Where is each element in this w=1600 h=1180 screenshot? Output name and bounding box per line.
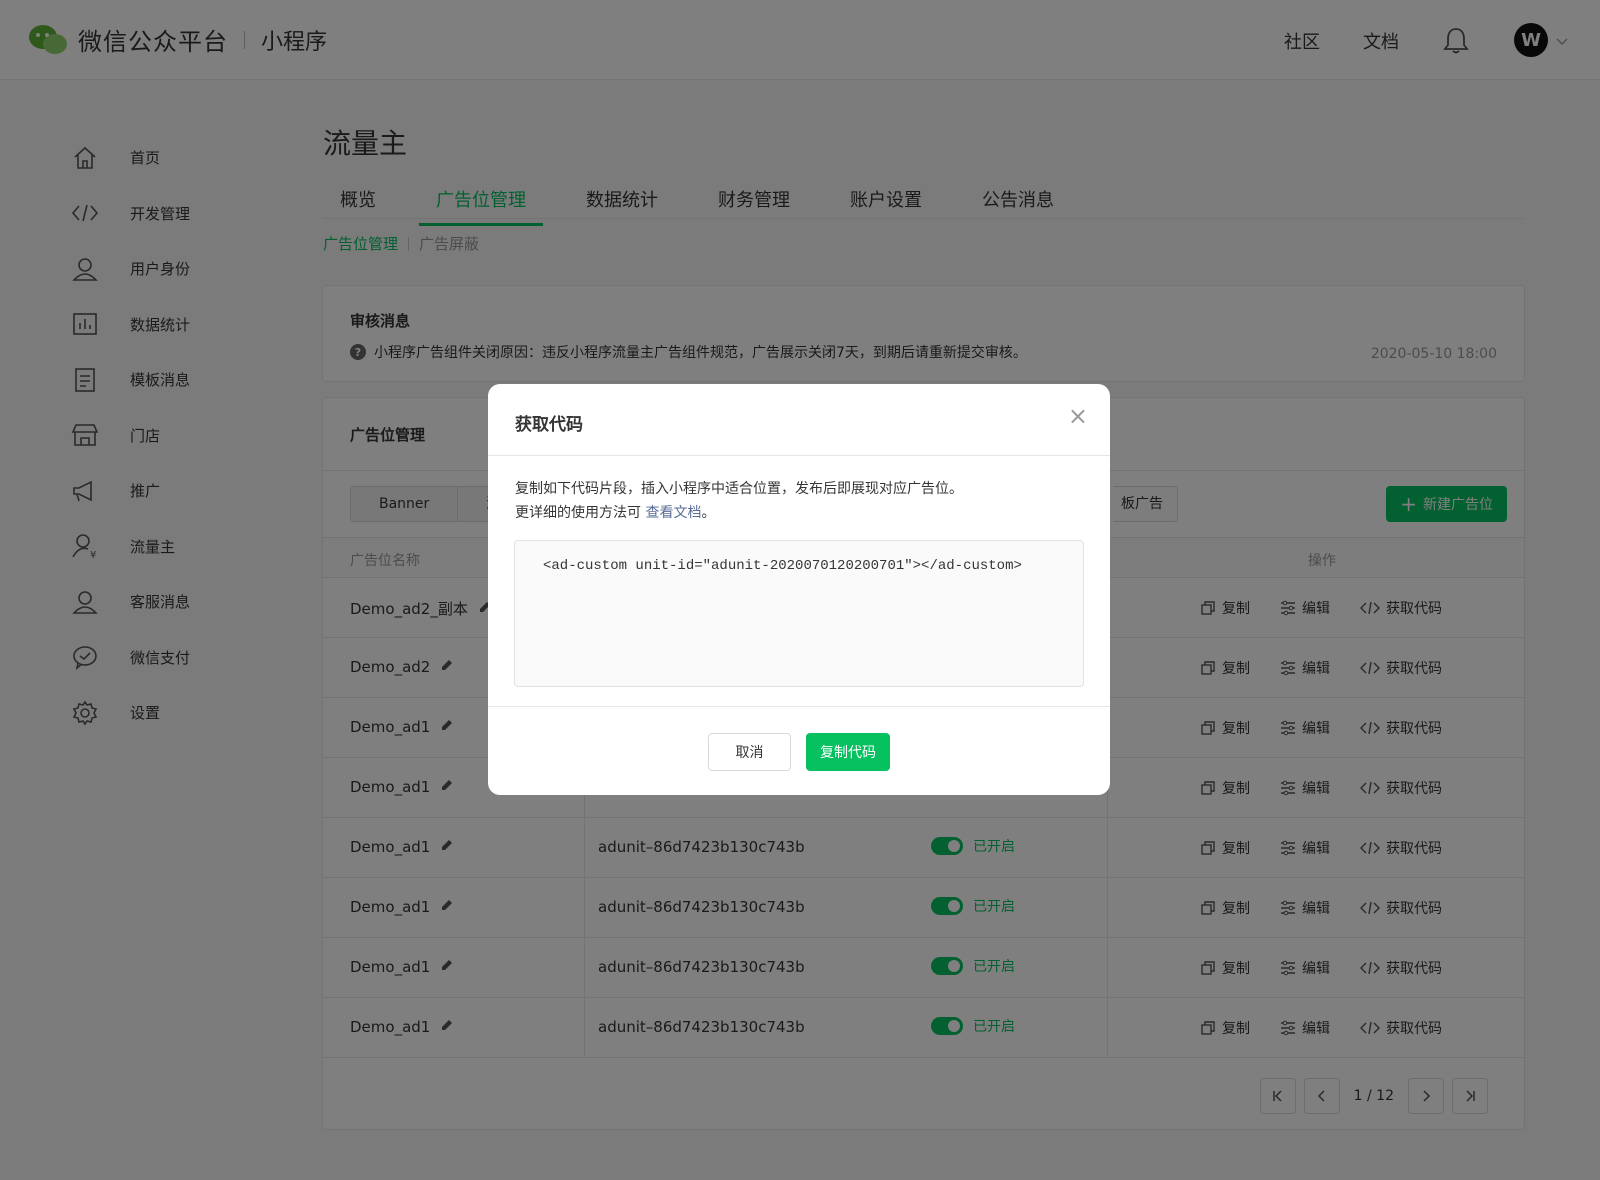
close-icon[interactable]: × <box>1068 404 1088 428</box>
copy-code-button[interactable]: 复制代码 <box>806 733 890 771</box>
view-docs-link[interactable]: 查看文档 <box>645 505 701 521</box>
description-prefix: 更详细的使用方法可 <box>515 505 646 521</box>
code-snippet[interactable]: <ad-custom unit-id="adunit-2020070120200… <box>514 540 1084 687</box>
get-code-dialog: 获取代码 × 复制如下代码片段，插入小程序中适合位置，发布后即展现对应广告位。 … <box>488 384 1110 795</box>
description-line: 复制如下代码片段，插入小程序中适合位置，发布后即展现对应广告位。 <box>515 481 963 497</box>
dialog-description: 复制如下代码片段，插入小程序中适合位置，发布后即展现对应广告位。 更详细的使用方… <box>515 477 963 525</box>
description-suffix: 。 <box>701 505 716 521</box>
description-line: 更详细的使用方法可 查看文档。 <box>515 501 963 525</box>
divider <box>488 706 1110 707</box>
cancel-button[interactable]: 取消 <box>708 733 791 771</box>
dialog-title: 获取代码 <box>515 415 583 435</box>
divider <box>488 455 1110 456</box>
